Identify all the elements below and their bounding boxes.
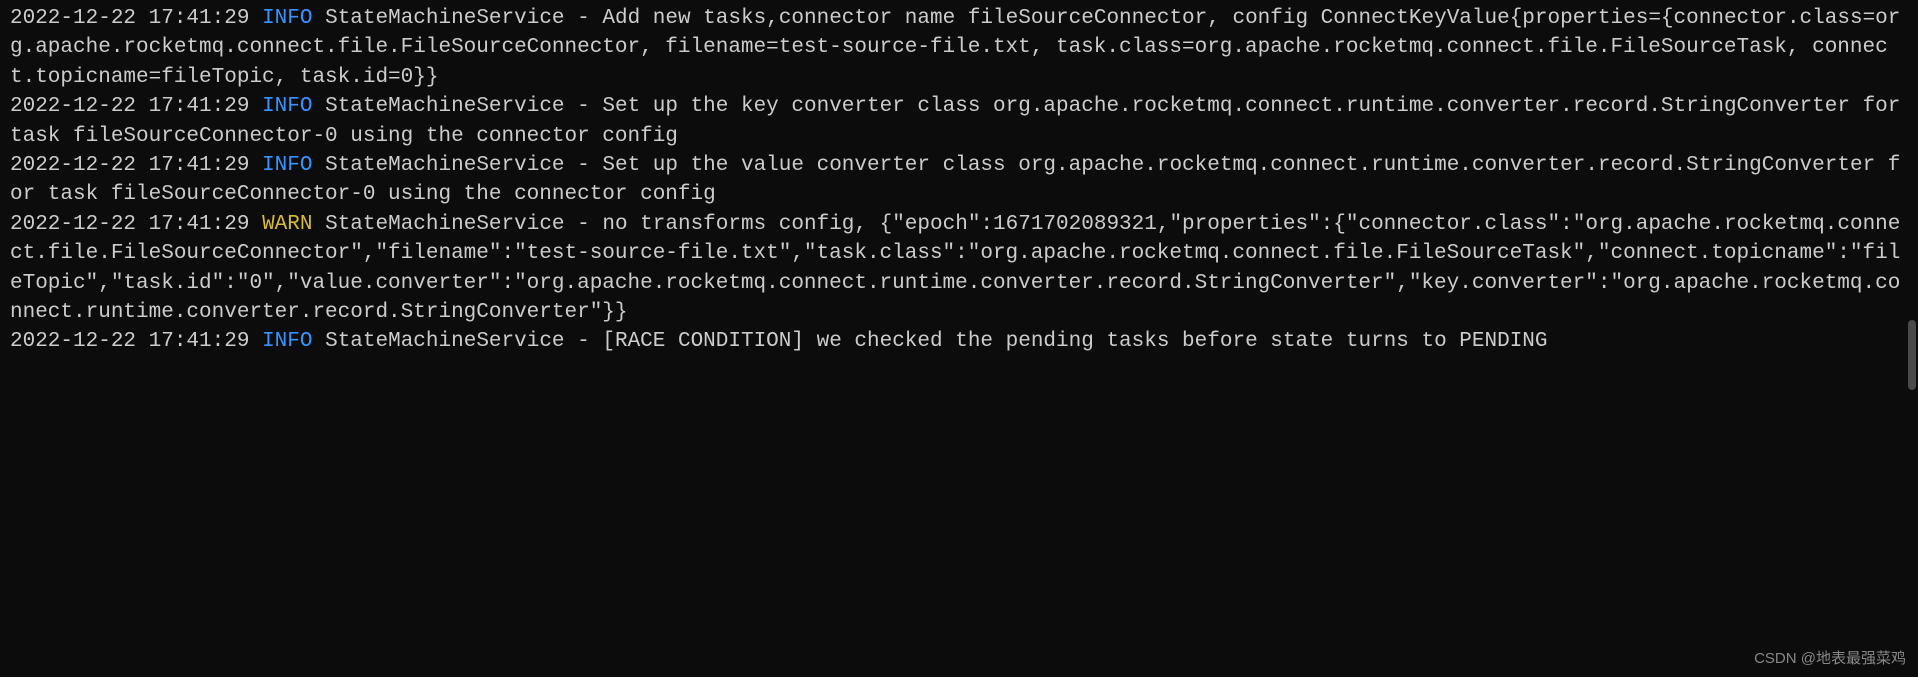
- log-logger: StateMachineService: [325, 330, 564, 353]
- log-timestamp: 2022-12-22 17:41:29: [10, 213, 249, 236]
- log-line: 2022-12-22 17:41:29 INFO StateMachineSer…: [10, 4, 1908, 92]
- log-output: 2022-12-22 17:41:29 INFO StateMachineSer…: [10, 4, 1908, 357]
- log-message: [RACE CONDITION] we checked the pending …: [602, 330, 1547, 353]
- log-logger: StateMachineService: [325, 7, 564, 30]
- log-logger: StateMachineService: [325, 154, 564, 177]
- log-level: INFO: [262, 95, 312, 118]
- scrollbar-thumb[interactable]: [1908, 320, 1916, 390]
- log-line: 2022-12-22 17:41:29 INFO StateMachineSer…: [10, 92, 1908, 151]
- log-timestamp: 2022-12-22 17:41:29: [10, 7, 249, 30]
- log-logger: StateMachineService: [325, 95, 564, 118]
- log-timestamp: 2022-12-22 17:41:29: [10, 154, 249, 177]
- log-level: INFO: [262, 7, 312, 30]
- log-level: INFO: [262, 154, 312, 177]
- log-level: INFO: [262, 330, 312, 353]
- log-line: 2022-12-22 17:41:29 INFO StateMachineSer…: [10, 327, 1908, 356]
- log-logger: StateMachineService: [325, 213, 564, 236]
- log-level: WARN: [262, 213, 312, 236]
- log-line: 2022-12-22 17:41:29 INFO StateMachineSer…: [10, 151, 1908, 210]
- log-timestamp: 2022-12-22 17:41:29: [10, 95, 249, 118]
- log-timestamp: 2022-12-22 17:41:29: [10, 330, 249, 353]
- log-line: 2022-12-22 17:41:29 WARN StateMachineSer…: [10, 210, 1908, 328]
- watermark: CSDN @地表最强菜鸡: [1754, 648, 1906, 669]
